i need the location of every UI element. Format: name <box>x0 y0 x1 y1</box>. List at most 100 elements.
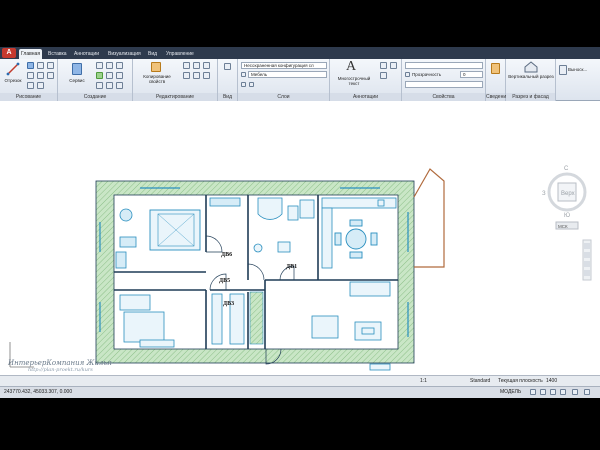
panel-draw-label[interactable]: Рисование <box>0 93 57 101</box>
view-icon[interactable] <box>224 63 231 70</box>
line-tool-label[interactable]: Отрезок <box>2 78 24 83</box>
osnap-icon[interactable] <box>560 389 566 395</box>
panel-modify-label[interactable]: Редактирование <box>133 93 217 101</box>
double-bed <box>149 209 201 251</box>
linetype-combo[interactable] <box>405 81 483 88</box>
array-icon[interactable] <box>116 82 123 89</box>
door-label-d5: ДВ5 <box>219 278 230 284</box>
ortho-icon[interactable] <box>550 389 556 395</box>
viewcube-south[interactable]: Ю <box>564 213 570 219</box>
service-label[interactable]: Сервис <box>64 78 90 83</box>
multiline-text-label[interactable]: Многострочный текст <box>332 76 376 86</box>
break-icon[interactable] <box>193 72 200 79</box>
layer-lock-icon[interactable] <box>249 82 254 87</box>
tab-manage[interactable]: Управление <box>164 49 196 59</box>
erase-icon[interactable] <box>183 62 190 69</box>
circle-icon[interactable] <box>37 62 44 69</box>
viewcube-north[interactable]: С <box>564 166 569 172</box>
door-label-d3: ДВ3 <box>223 301 234 307</box>
transparency-field[interactable]: 0 <box>460 71 483 78</box>
copy-icon[interactable] <box>96 72 103 79</box>
screen: A Главная Вставка Аннотации Визуализация… <box>0 0 600 450</box>
door-label-d6: ДВ6 <box>221 252 232 258</box>
viewcube-west[interactable]: З <box>542 191 546 197</box>
current-plane-value[interactable]: 1400 <box>546 378 557 384</box>
color-combo[interactable] <box>405 62 483 69</box>
join-icon[interactable] <box>183 72 190 79</box>
viewcube[interactable]: Верх С Ю З МСК <box>542 166 587 230</box>
panel-layers-label[interactable]: Слои <box>238 93 329 101</box>
layer-combo[interactable]: Мебель <box>248 71 327 78</box>
panel-callout: Выноск... <box>556 59 600 101</box>
tab-annotations[interactable]: Аннотации <box>72 49 101 59</box>
rotate-icon[interactable] <box>106 62 113 69</box>
viewcube-wcs[interactable]: МСК <box>558 224 568 229</box>
copy-properties-icon[interactable] <box>151 62 161 72</box>
layer-state-combo[interactable]: Несохраненная конфигурация сл <box>241 62 327 69</box>
explode-icon[interactable] <box>193 62 200 69</box>
leader-icon[interactable] <box>390 62 397 69</box>
text-icon[interactable]: A <box>346 59 356 75</box>
ellipse-icon[interactable] <box>27 82 34 89</box>
panel-annotation-label[interactable]: Аннотации <box>330 93 401 101</box>
tab-visualization[interactable]: Визуализация <box>106 49 143 59</box>
panel-properties-label[interactable]: Свойства <box>402 93 485 101</box>
trim-icon[interactable] <box>116 62 123 69</box>
tab-insert[interactable]: Вставка <box>46 49 69 59</box>
fillet-icon[interactable] <box>116 72 123 79</box>
workspace-gear-icon[interactable] <box>572 389 578 395</box>
callout-icon[interactable] <box>559 65 567 75</box>
ribbon-tab-bar: A Главная Вставка Аннотации Визуализация… <box>0 47 600 59</box>
line-tool-icon[interactable] <box>6 62 20 76</box>
panel-groups-label[interactable]: Сведения <box>486 93 509 101</box>
tab-home[interactable]: Главная <box>19 49 43 59</box>
rectangle-icon[interactable] <box>27 72 34 79</box>
arc-icon[interactable] <box>47 62 54 69</box>
group-icon[interactable] <box>491 63 500 74</box>
text-style[interactable]: Standard <box>470 378 490 384</box>
panel-properties: Прозрачность 0 Свойства <box>402 59 486 101</box>
panel-create-label[interactable]: Создание <box>58 93 132 101</box>
stretch-icon[interactable] <box>96 82 103 89</box>
model-space-toggle[interactable]: МОДЕЛЬ <box>500 389 521 395</box>
panel-section: Вертикальный разрез Разрез и фасад <box>506 59 556 101</box>
callout-label[interactable]: Выноск... <box>568 67 600 72</box>
polyline-icon[interactable] <box>27 62 34 69</box>
layer-on-icon[interactable] <box>241 72 246 77</box>
table-icon[interactable] <box>380 72 387 79</box>
copy-properties-label[interactable]: Копирование свойств <box>137 74 177 84</box>
spline-icon[interactable] <box>47 72 54 79</box>
move-icon[interactable] <box>96 62 103 69</box>
hatch-icon[interactable] <box>37 72 44 79</box>
application-menu-button[interactable]: A <box>2 48 16 58</box>
chamfer-icon[interactable] <box>203 72 210 79</box>
region-icon[interactable] <box>37 82 44 89</box>
viewcube-top[interactable]: Верх <box>561 191 575 197</box>
cursor-coordinates: 243770.432, 45033.307, 0.000 <box>4 389 73 395</box>
transparency-icon[interactable] <box>405 72 410 77</box>
scale-icon[interactable] <box>106 82 113 89</box>
status-bar: 243770.432, 45033.307, 0.000 МОДЕЛЬ <box>0 386 600 398</box>
panel-section-label[interactable]: Разрез и фасад <box>506 93 555 101</box>
dimension-icon[interactable] <box>380 62 387 69</box>
drawing-canvas[interactable]: ДВ6 ДВ5 ДВ3 ДВ1 Верх С Ю З МСК ИнтерьерК… <box>0 102 600 375</box>
watermark-url: http://plan-proekt.ru/kurs <box>28 367 93 373</box>
panel-draw: Отрезок Рисование <box>0 59 58 101</box>
snap-icon[interactable] <box>540 389 546 395</box>
layer-freeze-icon[interactable] <box>241 82 246 87</box>
door-label-d1: ДВ1 <box>286 264 297 270</box>
offset-icon[interactable] <box>203 62 210 69</box>
vertical-section-label[interactable]: Вертикальный разрез <box>508 74 554 79</box>
grid-icon[interactable] <box>530 389 536 395</box>
navigation-bar[interactable] <box>582 239 592 281</box>
annotation-scale[interactable]: 1:1 <box>420 378 427 384</box>
service-icon[interactable] <box>72 63 82 75</box>
floor-plan: ДВ6 ДВ5 ДВ3 ДВ1 Верх С Ю З МСК <box>9 166 592 371</box>
panel-view-label[interactable]: Вид <box>218 93 237 101</box>
fullscreen-icon[interactable] <box>584 389 590 395</box>
mirror-icon[interactable] <box>106 72 113 79</box>
tab-view[interactable]: Вид <box>146 49 159 59</box>
house-section-icon[interactable] <box>524 61 538 73</box>
panel-groups: Сведения <box>486 59 509 101</box>
panel-modify: Копирование свойств Редактирование <box>133 59 218 101</box>
